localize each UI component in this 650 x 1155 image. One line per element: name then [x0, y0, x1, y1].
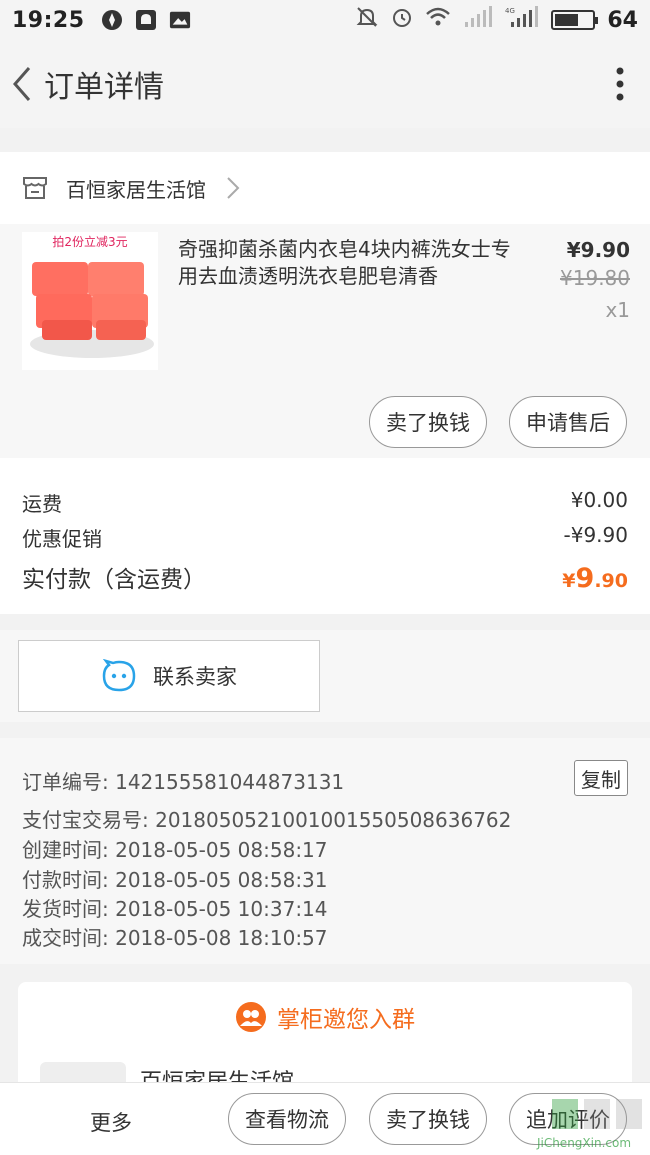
page-title: 订单详情	[44, 70, 164, 105]
paid-time: 付款时间: 2018-05-05 08:58:31	[22, 868, 328, 892]
shipping-fee-row: 运费 ¥0.00	[22, 488, 628, 517]
resell-button[interactable]: 卖了换钱	[369, 396, 487, 448]
product-image-caption: 拍2份立减3元	[52, 234, 127, 249]
discount-value: -¥9.90	[563, 523, 628, 547]
total-currency: ¥	[562, 570, 576, 592]
chevron-left-icon	[13, 67, 31, 101]
after-sale-button[interactable]: 申请售后	[509, 396, 627, 448]
shop-row[interactable]: 百恒家居生活馆	[0, 152, 650, 224]
discount-label: 优惠促销	[22, 527, 102, 551]
battery-fill	[555, 14, 579, 26]
group-invite-label: 掌柜邀您入群	[277, 1007, 415, 1033]
store-icon	[23, 177, 47, 199]
more-button[interactable]: 更多	[90, 1107, 132, 1137]
status-bar: 19:25 4G 64	[0, 0, 650, 40]
alarm-icon	[391, 6, 413, 34]
bell-notification-icon	[135, 9, 157, 31]
app-notification-icon	[101, 9, 123, 31]
total-decimal: .90	[594, 570, 628, 592]
contact-seller-button[interactable]: 联系卖家	[18, 640, 320, 712]
copy-order-number-button[interactable]: 复制	[574, 760, 628, 796]
more-vertical-icon	[616, 67, 624, 101]
image-notification-icon	[169, 9, 191, 31]
product-original-price: ¥19.80	[560, 266, 630, 290]
product-title[interactable]: 奇强抑菌杀菌内衣皂4块内裤洗女士专用去血渍透明洗衣皂肥皂清香	[178, 236, 518, 290]
battery-level: 64	[607, 7, 638, 33]
chat-bubble-icon	[102, 659, 136, 692]
product-price: ¥9.90	[566, 238, 630, 262]
wifi-icon	[425, 6, 451, 34]
signal-icon	[463, 6, 493, 34]
discount-row: 优惠促销 -¥9.90	[22, 523, 628, 552]
product-image[interactable]: 拍2份立减3元	[22, 232, 158, 370]
watermark-logo: JiChengXin.com	[524, 1097, 646, 1153]
group-invite-title: 掌柜邀您入群	[18, 1000, 632, 1034]
alipay-trade-number: 支付宝交易号: 2018050521001001550508636762	[22, 808, 512, 832]
group-icon	[236, 1002, 266, 1032]
more-menu-button[interactable]	[590, 40, 650, 128]
contact-section: 联系卖家	[0, 630, 650, 722]
total-amount: ¥9.90	[562, 563, 628, 594]
status-time: 19:25	[12, 7, 85, 33]
shipping-fee-value: ¥0.00	[570, 488, 628, 512]
contact-seller-label: 联系卖家	[153, 665, 237, 689]
bottom-resell-button[interactable]: 卖了换钱	[369, 1093, 487, 1145]
shop-name: 百恒家居生活馆	[66, 177, 206, 202]
total-integer: 9	[575, 563, 595, 594]
status-right: 4G 64	[355, 6, 638, 34]
fee-summary: 运费 ¥0.00 优惠促销 -¥9.90 实付款（含运费） ¥9.90	[0, 458, 650, 614]
created-time: 创建时间: 2018-05-05 08:58:17	[22, 838, 328, 862]
view-logistics-button[interactable]: 查看物流	[228, 1093, 346, 1145]
back-button[interactable]	[2, 40, 42, 128]
signal-4g-icon: 4G	[505, 6, 539, 34]
shipping-fee-label: 运费	[22, 492, 62, 516]
total-row: 实付款（含运费） ¥9.90	[22, 560, 628, 594]
total-label: 实付款（含运费）	[22, 567, 206, 593]
watermark-text: JiChengXin.com	[536, 1136, 631, 1150]
chevron-right-icon	[227, 177, 240, 199]
bottom-action-bar: 更多 查看物流 卖了换钱 追加评价 JiChengXin.com	[0, 1082, 650, 1155]
battery-icon	[551, 10, 599, 30]
order-number: 订单编号: 142155581044873131	[22, 770, 345, 794]
completed-time: 成交时间: 2018-05-08 18:10:57	[22, 926, 328, 950]
svg-text:4G: 4G	[505, 7, 515, 15]
order-info: 订单编号: 142155581044873131 复制 支付宝交易号: 2018…	[0, 738, 650, 964]
product-item[interactable]: 拍2份立减3元 奇强抑菌杀菌内衣皂4块内裤洗女士专用去血渍透明洗衣皂肥皂清香 ¥…	[0, 224, 650, 458]
product-quantity: x1	[605, 298, 630, 322]
shipped-time: 发货时间: 2018-05-05 10:37:14	[22, 897, 328, 921]
nav-bar: 订单详情	[0, 40, 650, 128]
mute-icon	[355, 6, 379, 34]
